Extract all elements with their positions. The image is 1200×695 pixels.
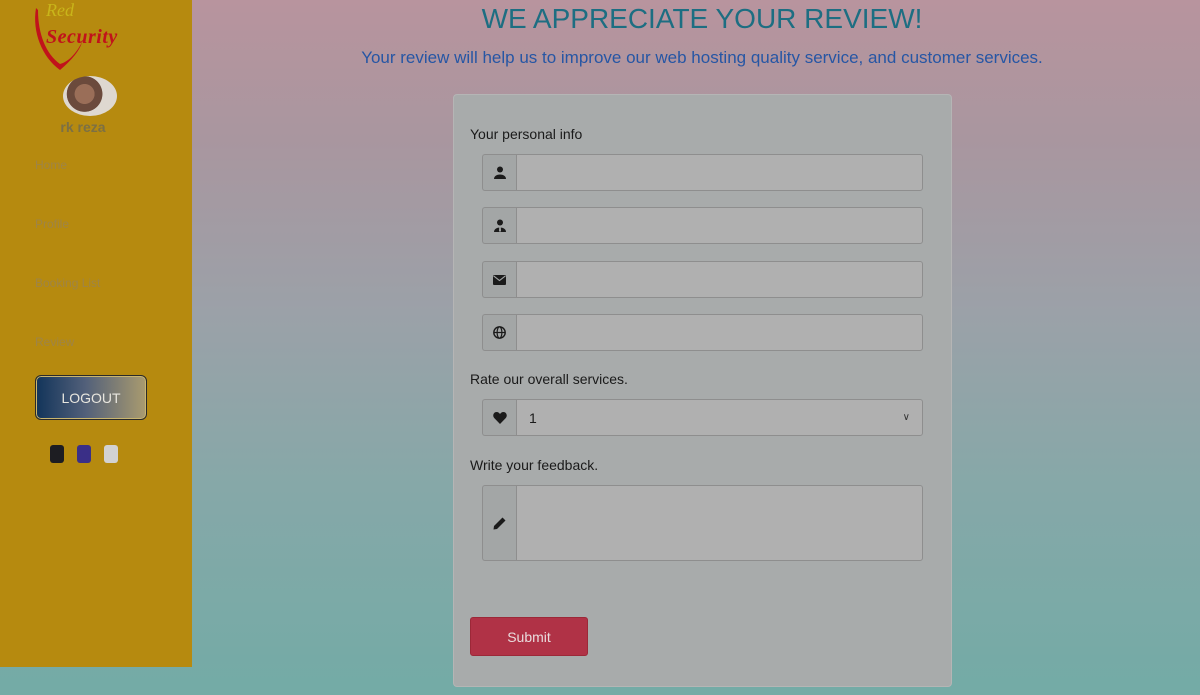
brand-name-bottom: Security bbox=[46, 26, 118, 48]
page-subtitle: Your review will help us to improve our … bbox=[361, 48, 1043, 67]
chevron-down-icon: ∨ bbox=[902, 412, 910, 423]
theme-swatch-light[interactable] bbox=[104, 445, 118, 463]
user-tie-icon bbox=[482, 207, 516, 244]
logout-button[interactable]: LOGOUT bbox=[35, 375, 147, 420]
feedback-input-group bbox=[482, 485, 923, 561]
title-input-group bbox=[482, 207, 923, 244]
globe-icon bbox=[482, 314, 516, 351]
rating-input-group: 1 ∨ bbox=[482, 399, 923, 436]
website-input-group bbox=[482, 314, 923, 351]
heart-icon bbox=[482, 399, 516, 436]
review-form-card: Your personal info Rate our overall serv… bbox=[453, 94, 952, 687]
name-input[interactable] bbox=[516, 154, 923, 191]
rating-label: Rate our overall services. bbox=[470, 371, 628, 387]
brand-name-top: Red bbox=[46, 0, 74, 20]
name-input-group bbox=[482, 154, 923, 191]
sidebar-item-profile[interactable]: Profile bbox=[35, 217, 69, 231]
submit-button[interactable]: Submit bbox=[470, 617, 588, 656]
sidebar-item-home[interactable]: Home bbox=[35, 158, 67, 172]
brand-logo[interactable]: Red Security bbox=[32, 0, 152, 72]
title-input[interactable] bbox=[516, 207, 923, 244]
username: rk reza bbox=[60, 119, 106, 135]
website-input[interactable] bbox=[516, 314, 923, 351]
rating-select[interactable]: 1 ∨ bbox=[516, 399, 923, 436]
sidebar: Red Security rk reza Home Profile Bookin… bbox=[0, 0, 192, 667]
theme-swatch-dark[interactable] bbox=[50, 445, 64, 463]
page-title: WE APPRECIATE YOUR REVIEW! bbox=[481, 3, 923, 34]
feedback-label: Write your feedback. bbox=[470, 457, 599, 473]
email-input[interactable] bbox=[516, 261, 923, 298]
feedback-textarea[interactable] bbox=[516, 485, 923, 561]
user-icon bbox=[482, 154, 516, 191]
personal-info-label: Your personal info bbox=[470, 126, 583, 142]
sidebar-item-review[interactable]: Review bbox=[35, 335, 74, 349]
theme-swatch-purple[interactable] bbox=[77, 445, 91, 463]
envelope-icon bbox=[482, 261, 516, 298]
rating-selected-value: 1 bbox=[529, 409, 537, 426]
email-input-group bbox=[482, 261, 923, 298]
avatar[interactable] bbox=[63, 76, 117, 116]
pencil-icon bbox=[482, 485, 516, 561]
sidebar-item-booking-list[interactable]: Booking List bbox=[35, 276, 100, 290]
